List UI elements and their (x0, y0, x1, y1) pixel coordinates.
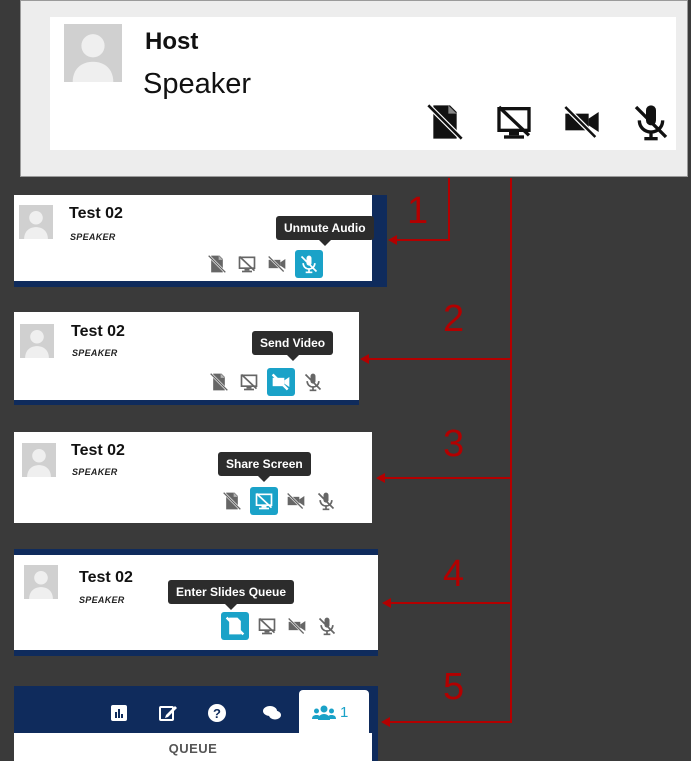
mic-off-icon[interactable] (630, 102, 672, 142)
avatar (24, 565, 58, 599)
callout-number-5: 5 (443, 666, 465, 708)
host-controls (424, 102, 672, 142)
users-icon (312, 705, 336, 720)
participant-role: SPEAKER (72, 348, 118, 358)
video-off-icon[interactable] (284, 489, 308, 513)
participant-count: 1 (340, 704, 349, 721)
participant-card-2: Test 02 SPEAKER Send Video (14, 312, 359, 405)
chat-icon[interactable] (262, 703, 282, 723)
participant-name: Test 02 (79, 569, 133, 586)
participant-card-1: Test 02 SPEAKER Unmute Audio (14, 195, 387, 287)
mic-off-icon[interactable] (314, 489, 338, 513)
host-avatar (61, 24, 125, 82)
video-off-icon[interactable] (561, 102, 603, 142)
queue-heading: QUEUE (168, 741, 218, 756)
slides-off-icon[interactable] (205, 252, 229, 276)
notes-icon[interactable] (158, 703, 178, 723)
mic-off-icon[interactable] (315, 614, 339, 638)
screen-share-off-icon[interactable] (235, 252, 259, 276)
mic-off-icon[interactable] (295, 250, 323, 278)
participant-name: Test 02 (71, 442, 125, 459)
avatar (19, 205, 53, 239)
tooltip: Unmute Audio (276, 216, 374, 246)
callout-number-4: 4 (443, 553, 465, 595)
screen-share-off-icon[interactable] (255, 614, 279, 638)
slides-off-icon[interactable] (220, 489, 244, 513)
tooltip: Enter Slides Queue (168, 580, 295, 610)
slides-off-icon[interactable] (424, 102, 466, 142)
video-off-icon[interactable] (285, 614, 309, 638)
callout-number-2: 2 (443, 298, 465, 340)
slides-off-icon[interactable] (221, 612, 249, 640)
screen-share-off-icon[interactable] (250, 487, 278, 515)
video-off-icon[interactable] (267, 368, 295, 396)
video-off-icon[interactable] (265, 252, 289, 276)
poll-icon[interactable] (109, 703, 129, 723)
avatar (20, 324, 54, 358)
screen-share-off-icon[interactable] (237, 370, 261, 394)
screen-share-off-icon[interactable] (493, 102, 535, 142)
participant-name: Test 02 (69, 205, 123, 222)
host-name: Host (145, 28, 199, 55)
slides-off-icon[interactable] (207, 370, 231, 394)
participant-name: Test 02 (71, 323, 125, 340)
mic-off-icon[interactable] (301, 370, 325, 394)
participant-card-3: Test 02 SPEAKER Share Screen (14, 432, 372, 523)
tooltip: Send Video (252, 331, 334, 361)
help-icon[interactable]: ? (207, 703, 227, 723)
tooltip: Share Screen (218, 452, 311, 482)
participant-card-4: Test 02 SPEAKER Enter Slides Queue (14, 549, 378, 656)
participant-role: SPEAKER (72, 467, 118, 477)
svg-text:?: ? (213, 706, 221, 721)
callout-number-1: 1 (407, 190, 429, 232)
callout-number-3: 3 (443, 423, 465, 465)
host-role: Speaker (143, 68, 252, 100)
participant-role: SPEAKER (79, 595, 125, 605)
participant-role: SPEAKER (70, 232, 116, 242)
avatar (22, 443, 56, 477)
